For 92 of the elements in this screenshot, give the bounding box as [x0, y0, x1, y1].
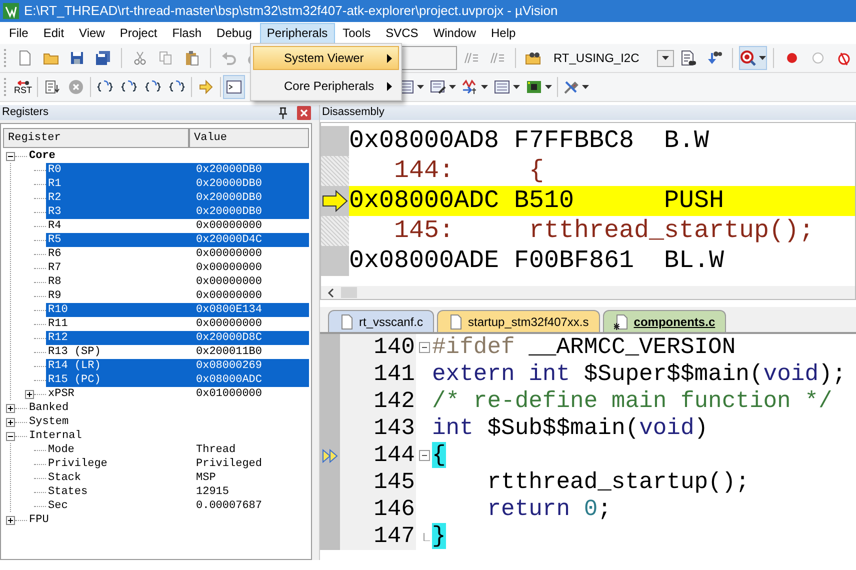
register-name[interactable]: FPU [27, 513, 191, 527]
register-name[interactable]: R0 [46, 163, 191, 177]
source-code: { [529, 156, 544, 186]
register-value: 0x00000000 [195, 289, 264, 303]
source-code: rtthread_startup(); [529, 216, 814, 246]
line-number: 142 [340, 388, 416, 415]
register-value: 0x20000D4C [191, 233, 309, 247]
code-line: return 0; [486, 496, 612, 523]
menu-item[interactable]: Tools [336, 22, 378, 44]
asm-line: 0x08000AD8 F7FFBBC8 B.W [349, 126, 710, 156]
register-name[interactable]: System [27, 415, 191, 429]
line-number: 145 [340, 469, 416, 496]
register-name[interactable]: States [46, 485, 191, 499]
register-value: 0x00000000 [195, 275, 264, 289]
register-value: 0x00000000 [195, 317, 264, 331]
file-tab[interactable]: components.c [602, 310, 726, 332]
code-line: #ifdef __ARMCC_VERSION [432, 334, 736, 361]
source-line-number: 144: [394, 156, 456, 186]
register-value: Thread [195, 443, 237, 457]
file-tab[interactable]: rt_vsscanf.c [328, 310, 434, 332]
register-name[interactable]: R10 [46, 303, 191, 317]
register-name[interactable]: Privilege [46, 457, 191, 471]
register-value: 0x00000000 [195, 247, 264, 261]
register-value: 0x20000DB0 [191, 163, 309, 177]
register-name[interactable]: R11 [46, 317, 191, 331]
register-value: 12915 [195, 485, 230, 499]
menu-item[interactable]: Project [112, 22, 164, 44]
register-name[interactable]: Core [27, 149, 191, 163]
register-name[interactable]: Stack [46, 471, 191, 485]
panel-title: Disassembly [322, 105, 384, 120]
register-name[interactable]: R8 [46, 275, 191, 289]
source-line-number: 145: [394, 216, 456, 246]
register-name[interactable]: R14 (LR) [46, 359, 191, 373]
register-name[interactable]: R2 [46, 191, 191, 205]
register-value: 0x01000000 [195, 387, 264, 401]
menu-item[interactable]: Flash [165, 22, 209, 44]
line-number: 147 [340, 523, 416, 550]
menu-item[interactable]: Help [484, 22, 523, 44]
line-number: 140 [340, 334, 416, 361]
menu-item[interactable]: Window [426, 22, 483, 44]
menu-item[interactable]: Core Peripherals [253, 74, 399, 98]
line-number: 143 [340, 415, 416, 442]
register-name[interactable]: R9 [46, 289, 191, 303]
register-value: 0x0800E134 [191, 303, 309, 317]
register-name[interactable]: R4 [46, 219, 191, 233]
register-name[interactable]: Banked [27, 401, 191, 415]
menu-item[interactable]: Peripherals [260, 22, 335, 44]
register-name[interactable]: R3 [46, 205, 191, 219]
code-line: /* re-define main function */ [432, 388, 832, 415]
asm-line: 0x08000ADE F00BF861 BL.W [349, 246, 726, 276]
code-line: rtthread_startup(); [486, 469, 750, 496]
register-value: 0x20000DB0 [191, 205, 309, 219]
window-title: E:\RT_THREAD\rt-thread-master\bsp\stm32\stm32f407-atk-explorer\project.uvprojx - µVision [24, 2, 558, 20]
register-value: 0x08000269 [191, 359, 309, 373]
menu-item[interactable]: File [2, 22, 36, 44]
register-value: 0x00000000 [195, 219, 264, 233]
reset-button[interactable]: RST [11, 75, 35, 99]
register-value: 0x200011B0 [195, 345, 264, 359]
menu-item[interactable]: Edit [36, 22, 72, 44]
register-name[interactable]: R1 [46, 177, 191, 191]
register-name[interactable]: R13 (SP) [46, 345, 191, 359]
panel-title: Registers [2, 105, 48, 120]
file-tab[interactable]: startup_stm32f407xx.s [437, 310, 600, 332]
register-name[interactable]: Sec [46, 499, 191, 513]
menu-item[interactable]: System Viewer [253, 46, 399, 70]
register-name[interactable]: R5 [46, 233, 191, 247]
register-name[interactable]: Internal [27, 429, 191, 443]
column-header[interactable]: Value [189, 128, 309, 148]
register-name[interactable]: R6 [46, 247, 191, 261]
register-value: Privileged [195, 457, 264, 471]
register-name[interactable]: R12 [46, 331, 191, 345]
column-header[interactable]: Register [3, 128, 189, 148]
register-value: 0x08000ADC [191, 373, 309, 387]
register-value: 0x20000DB0 [191, 177, 309, 191]
register-value: 0.00007687 [195, 499, 264, 513]
config-combo[interactable]: RT_USING_I2C [547, 46, 674, 70]
code-line: extern int $Super$$main(void); [432, 361, 846, 388]
menu-item[interactable]: View [72, 22, 112, 44]
line-number: 146 [340, 496, 416, 523]
register-value: 0x00000000 [195, 261, 264, 275]
register-value: 0x20000D8C [191, 331, 309, 345]
register-name[interactable]: R7 [46, 261, 191, 275]
register-name[interactable]: Mode [46, 443, 191, 457]
code-line: int $Sub$$main(void) [432, 415, 708, 442]
register-name[interactable]: R15 (PC) [46, 373, 191, 387]
register-value: 0x20000DB0 [191, 191, 309, 205]
menu-item[interactable]: SVCS [378, 22, 426, 44]
register-value: MSP [195, 471, 217, 485]
line-number: 141 [340, 361, 416, 388]
line-number: 144 [340, 442, 416, 469]
register-name[interactable]: xPSR [46, 387, 191, 401]
menu-item[interactable]: Debug [210, 22, 259, 44]
